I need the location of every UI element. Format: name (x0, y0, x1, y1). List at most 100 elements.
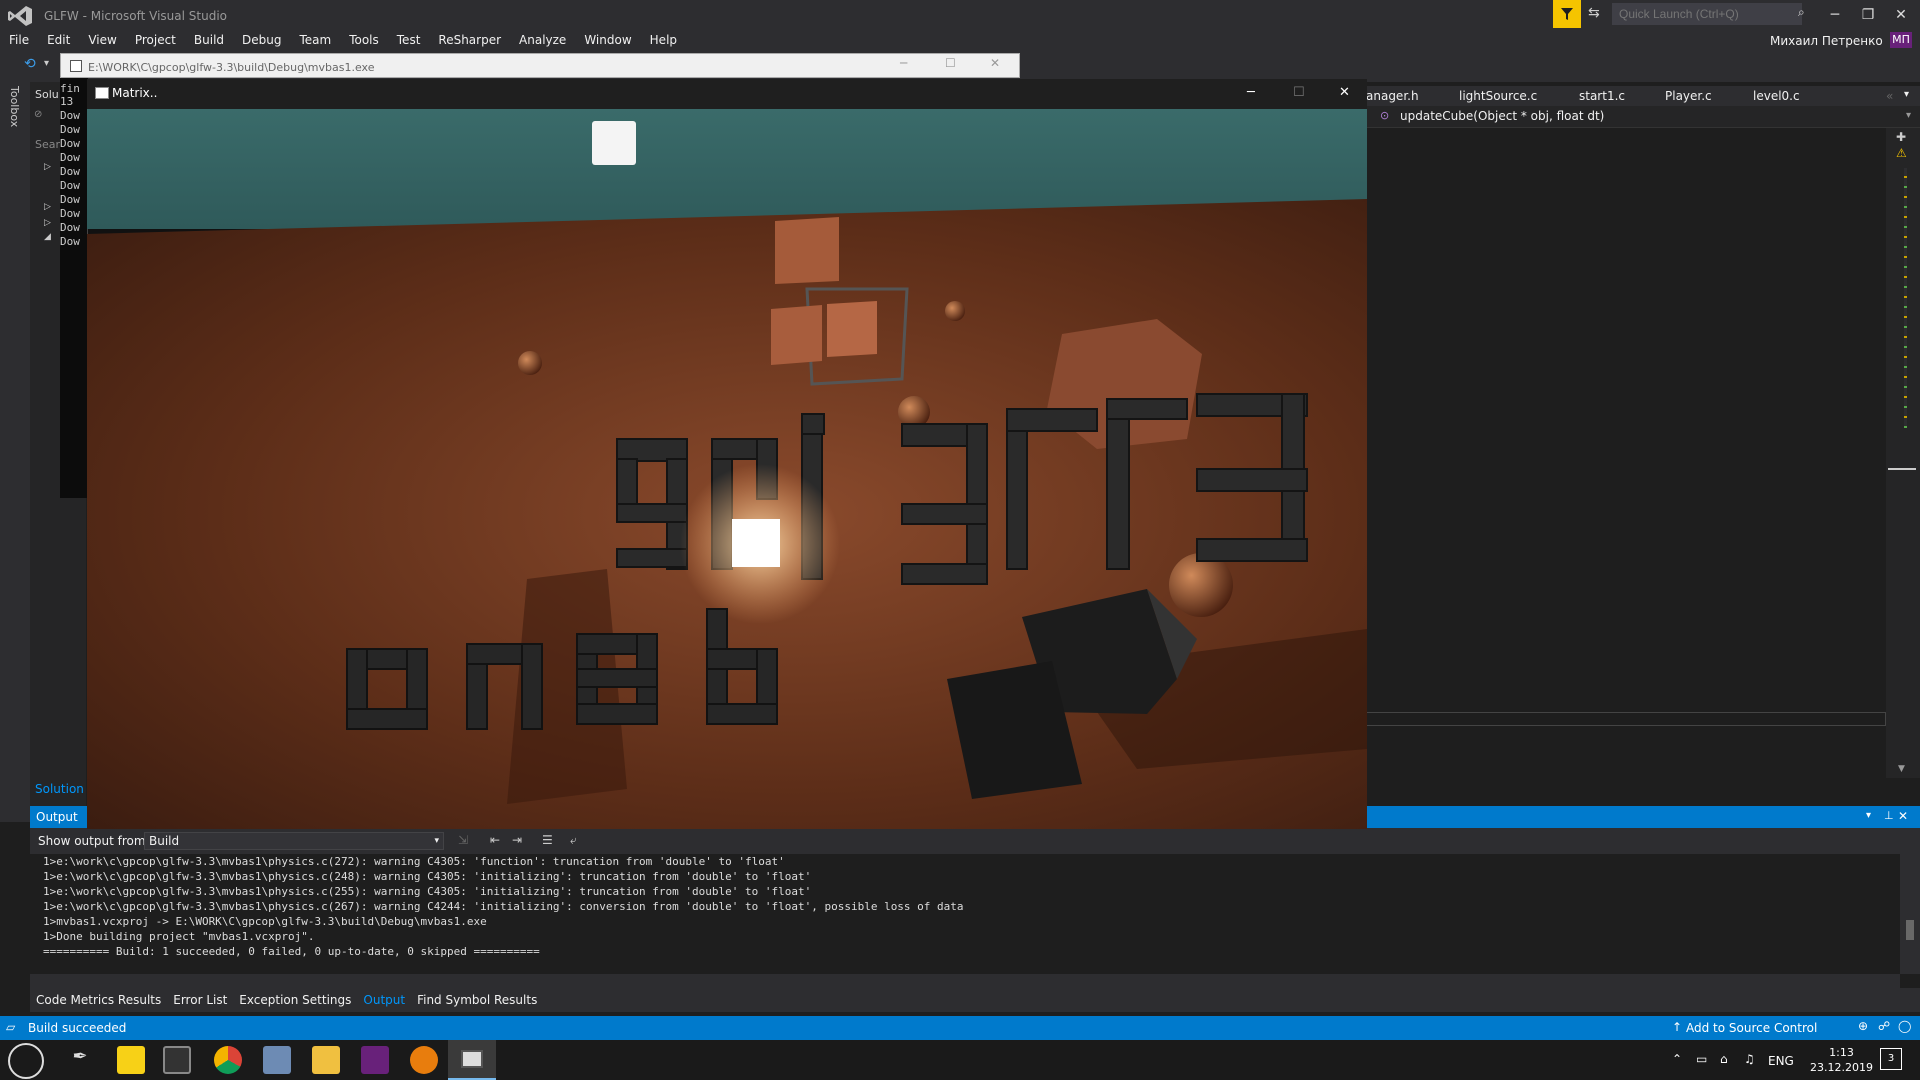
language-indicator[interactable]: ENG (1768, 1054, 1794, 1068)
chrome-icon[interactable] (214, 1046, 242, 1074)
tab-manager-h[interactable]: anager.h (1366, 89, 1419, 103)
minimize-button[interactable]: ─ (1819, 4, 1851, 26)
output-source-select[interactable]: Build ▾ (144, 832, 444, 850)
console-line: Dow (60, 235, 80, 248)
go-to-error-icon[interactable]: ⇲ (458, 833, 468, 847)
network-icon[interactable]: ⌂ (1720, 1052, 1728, 1066)
feedback-icon[interactable]: ◯ (1898, 1019, 1911, 1033)
menu-test[interactable]: Test (388, 32, 430, 52)
nav-function-dropdown[interactable]: updateCube(Object * obj, float dt) (1400, 109, 1604, 123)
nav-dropdown-icon[interactable]: ▾ (1906, 110, 1911, 121)
tab-player-c[interactable]: Player.c (1665, 89, 1712, 103)
output-vertical-scrollbar[interactable] (1900, 854, 1920, 974)
menu-resharper[interactable]: ReSharper (429, 32, 510, 52)
console-maximize-button[interactable]: ☐ (945, 56, 956, 70)
restore-button[interactable]: ❐ (1852, 4, 1884, 26)
game-window-titlebar[interactable]: ─ ☐ ✕ (87, 79, 1367, 109)
menu-debug[interactable]: Debug (233, 32, 290, 52)
battery-icon[interactable]: ▭ (1696, 1052, 1707, 1066)
tab-error-list[interactable]: Error List (167, 988, 233, 1012)
start-button[interactable] (8, 1043, 44, 1079)
game-maximize-button[interactable]: ☐ (1293, 85, 1305, 100)
game-close-button[interactable]: ✕ (1339, 85, 1350, 100)
code-editor[interactable] (1366, 128, 1886, 778)
expand-arrow-icon[interactable]: ▷ (44, 162, 51, 172)
sticky-notes-icon[interactable] (117, 1046, 145, 1074)
publish-icon[interactable]: ⊕ (1858, 1019, 1868, 1033)
visual-studio-taskbar-icon[interactable] (361, 1046, 389, 1074)
quick-launch-box[interactable] (1612, 3, 1802, 25)
scroll-down-arrow-icon[interactable]: ▼ (1898, 764, 1905, 774)
toolbox-tab[interactable]: Toolbox (8, 86, 21, 127)
game-minimize-button[interactable]: ─ (1247, 85, 1255, 100)
tab-start1-c[interactable]: start1.c (1579, 89, 1625, 103)
console-minimize-button[interactable]: ─ (900, 56, 907, 70)
output-line: 1>e:\work\c\gpcop\glfw-3.3\mvbas1\physic… (43, 885, 812, 898)
file-explorer-icon[interactable] (312, 1046, 340, 1074)
scroll-thumb[interactable] (1906, 920, 1914, 940)
menu-team[interactable]: Team (290, 32, 340, 52)
dropdown-arrow-icon[interactable]: ▾ (44, 58, 49, 69)
scroll-tabs-left-icon[interactable]: « (1886, 89, 1893, 103)
tab-find-symbol-results[interactable]: Find Symbol Results (411, 988, 543, 1012)
menu-help[interactable]: Help (641, 32, 686, 52)
tab-overflow-icon[interactable]: ▾ (1904, 89, 1909, 100)
menu-window[interactable]: Window (575, 32, 640, 52)
collapse-arrow-icon[interactable]: ◢ (44, 232, 51, 242)
game-window-title: Matrix.. (112, 86, 158, 100)
tab-output[interactable]: Output (357, 988, 411, 1012)
output-horizontal-scrollbar[interactable] (30, 974, 1900, 988)
close-button[interactable]: ✕ (1885, 4, 1917, 26)
output-line: 1>e:\work\c\gpcop\glfw-3.3\mvbas1\physic… (43, 900, 964, 913)
tab-level0-c[interactable]: level0.c (1753, 89, 1800, 103)
tab-lightsource-c[interactable]: lightSource.c (1459, 89, 1537, 103)
game-window-icon (95, 87, 109, 99)
pin-icon[interactable]: ⊥ (1884, 809, 1894, 822)
editor-scrollbar-map[interactable]: ✚ ⚠ ▼ (1886, 128, 1920, 778)
funnel-icon (1561, 8, 1573, 20)
quick-launch-input[interactable] (1613, 4, 1801, 24)
solution-search-input[interactable]: Sear (35, 138, 60, 151)
clear-all-icon[interactable]: ☰ (542, 833, 553, 847)
notifications-bell-icon[interactable]: ☍ (1878, 1019, 1890, 1033)
game-3d-viewport[interactable] (87, 109, 1367, 829)
blender-icon[interactable] (410, 1046, 438, 1074)
notifications-filter-button[interactable] (1553, 0, 1581, 28)
output-text-area[interactable]: 1>e:\work\c\gpcop\glfw-3.3\mvbas1\physic… (30, 854, 1900, 974)
menu-view[interactable]: View (79, 32, 125, 52)
search-icon[interactable]: ⌕ (1798, 5, 1805, 20)
tray-expand-icon[interactable]: ⌃ (1672, 1052, 1682, 1066)
editor-horizontal-scrollbar[interactable] (1366, 712, 1886, 726)
network-app-icon[interactable] (263, 1046, 291, 1074)
console-close-button[interactable]: ✕ (990, 56, 1000, 70)
tab-exception-settings[interactable]: Exception Settings (233, 988, 357, 1012)
menu-edit[interactable]: Edit (38, 32, 79, 52)
menu-build[interactable]: Build (185, 32, 233, 52)
word-wrap-icon[interactable]: ⤶ (570, 833, 577, 848)
live-share-icon[interactable]: ⇆ (1588, 5, 1600, 21)
expand-arrow-icon[interactable]: ▷ (44, 218, 51, 228)
menu-file[interactable]: File (0, 32, 38, 52)
next-message-icon[interactable]: ⇥ (512, 833, 522, 847)
menu-tools[interactable]: Tools (340, 32, 388, 52)
split-icon[interactable]: ✚ (1896, 130, 1906, 144)
expand-arrow-icon[interactable]: ▷ (44, 202, 51, 212)
add-to-source-control-button[interactable]: Add to Source Control (1686, 1021, 1817, 1035)
output-close-icon[interactable]: ✕ (1898, 809, 1908, 823)
user-name[interactable]: Михаил Петренко (1770, 34, 1883, 48)
back-arrow-icon[interactable]: ⟲ (24, 56, 36, 72)
tab-code-metrics-results[interactable]: Code Metrics Results (30, 988, 167, 1012)
output-line: ========== Build: 1 succeeded, 0 failed,… (43, 945, 540, 958)
notification-center-icon[interactable]: 3 (1880, 1048, 1902, 1070)
avatar[interactable]: МП (1890, 32, 1912, 48)
menu-project[interactable]: Project (126, 32, 185, 52)
terminal-icon[interactable] (163, 1046, 191, 1074)
menu-analyze[interactable]: Analyze (510, 32, 575, 52)
tab-solution-explorer[interactable]: Solution (35, 782, 84, 796)
clock[interactable]: 1:13 23.12.2019 (1810, 1045, 1873, 1075)
pen-app-icon[interactable]: ✒ (66, 1046, 94, 1074)
refresh-icon[interactable]: ⊘ (34, 109, 42, 120)
output-dropdown-icon[interactable]: ▾ (1866, 810, 1871, 821)
volume-icon[interactable]: ♫ (1744, 1052, 1755, 1066)
prev-message-icon[interactable]: ⇤ (490, 833, 500, 847)
